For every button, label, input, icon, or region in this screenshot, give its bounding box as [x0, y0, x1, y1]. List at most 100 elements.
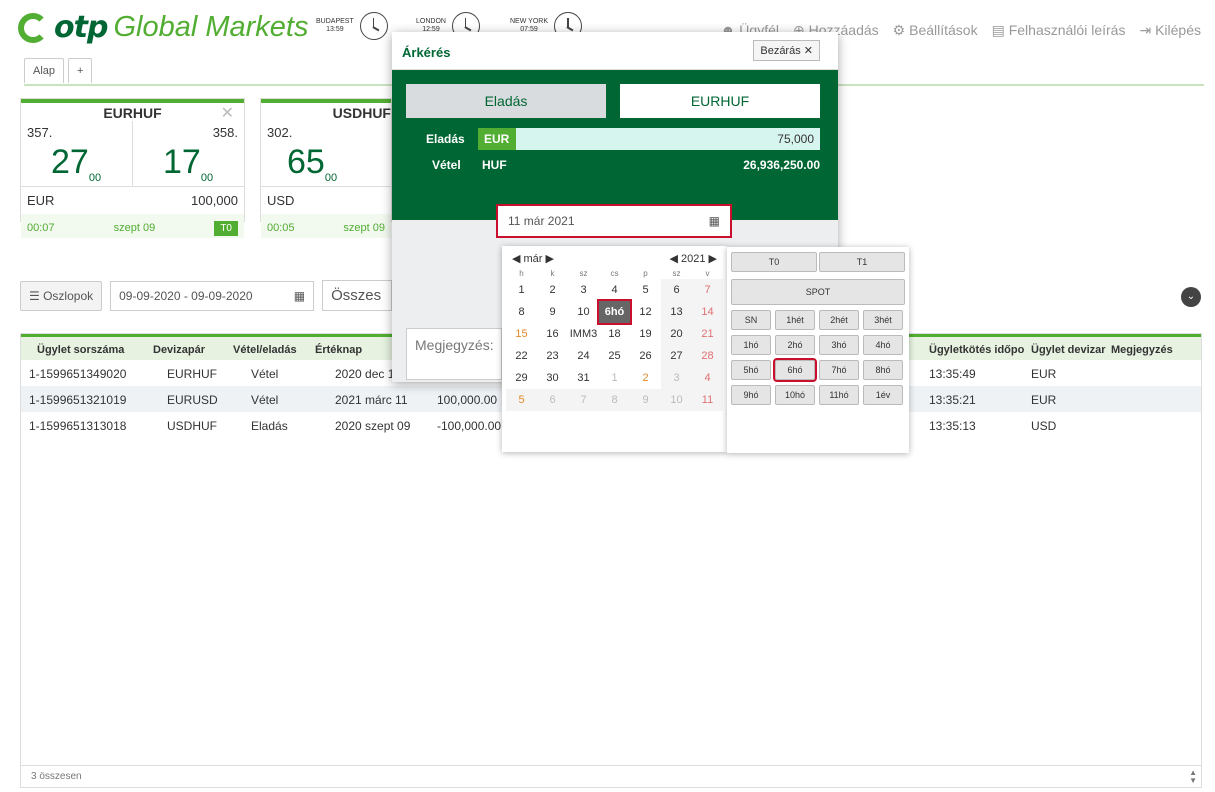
nav-settings[interactable]: ⚙ Beállítások — [893, 22, 978, 39]
day-cell[interactable]: 10 — [661, 389, 692, 411]
calendar-icon[interactable]: ▦ — [709, 214, 720, 228]
date-range-input[interactable]: 09-09-2020 - 09-09-2020 ▦ — [110, 280, 315, 311]
day-cell[interactable]: 10 — [568, 301, 599, 323]
nav-manual[interactable]: ▤ Felhasználói leírás — [992, 22, 1126, 39]
day-cell[interactable]: 26 — [630, 345, 661, 367]
day-cell[interactable]: 23 — [537, 345, 568, 367]
day-cell[interactable]: 14 — [692, 301, 723, 323]
close-button[interactable]: Bezárás ✕ — [753, 40, 820, 61]
tab-bar: Alap + — [24, 58, 93, 83]
day-cell[interactable]: 3 — [568, 279, 599, 301]
columns-button[interactable]: ☰ Oszlopok — [20, 280, 103, 311]
tenor-button[interactable]: 2hó — [775, 335, 815, 355]
day-cell[interactable]: 13 — [661, 301, 692, 323]
day-cell[interactable]: 1 — [599, 367, 630, 389]
day-cell[interactable]: 22 — [506, 345, 537, 367]
day-cell[interactable]: 9 — [537, 301, 568, 323]
day-cell[interactable]: 28 — [692, 345, 723, 367]
day-cell[interactable]: 2 — [630, 367, 661, 389]
day-cell[interactable]: 19 — [630, 323, 661, 345]
col-header[interactable]: Vétel/eladás — [233, 344, 297, 356]
tenor-button[interactable]: 4hó — [863, 335, 903, 355]
tenor-button[interactable]: 8hó — [863, 360, 903, 380]
tenor-button[interactable]: T1 — [819, 252, 905, 272]
expand-chevron-icon[interactable]: ⌄ — [1181, 287, 1201, 307]
day-cell[interactable]: 21 — [692, 323, 723, 345]
day-cell[interactable]: 1 — [506, 279, 537, 301]
tenor-button-6ho[interactable]: 6hó — [773, 358, 817, 382]
col-header[interactable]: Devizapár — [153, 344, 205, 356]
month-nav[interactable]: ◀ már ▶ — [512, 252, 554, 265]
day-cell[interactable]: 30 — [537, 367, 568, 389]
day-cell[interactable]: 29 — [506, 367, 537, 389]
day-cell[interactable]: 11 — [692, 389, 723, 411]
col-header[interactable]: Ügylet devizar — [1031, 344, 1106, 356]
scroll-arrows-icon[interactable]: ▲ ▼ — [1189, 769, 1197, 785]
tenor-button[interactable]: 3hét — [863, 310, 903, 330]
day-cell[interactable]: 12 — [630, 301, 661, 323]
tab-alap[interactable]: Alap — [24, 58, 65, 83]
day-cell[interactable]: 25 — [599, 345, 630, 367]
day-cell[interactable]: 9 — [630, 389, 661, 411]
tenor-button[interactable]: 3hó — [819, 335, 859, 355]
tenor-button[interactable]: 10hó — [775, 385, 815, 405]
day-cell[interactable]: 6 — [537, 389, 568, 411]
col-header[interactable]: Ügylet sorszáma — [37, 344, 124, 356]
day-cell[interactable]: 5 — [630, 279, 661, 301]
close-icon[interactable]: ✕ — [221, 103, 234, 123]
day-cell[interactable]: 7 — [692, 279, 723, 301]
tenor-button[interactable]: 11hó — [819, 385, 859, 405]
tenor-button[interactable]: SN — [731, 310, 771, 330]
filter-select[interactable]: Összes — [322, 280, 393, 311]
tenor-button[interactable]: T0 — [731, 252, 817, 272]
day-cell[interactable]: IMM3 — [568, 323, 599, 345]
sell-currency[interactable]: EUR — [478, 128, 516, 150]
tenor-badge[interactable]: T0 — [214, 220, 238, 236]
day-cell[interactable]: 18 — [599, 323, 630, 345]
tenor-button[interactable]: 5hó — [731, 360, 771, 380]
cell: 13:35:13 — [929, 419, 976, 433]
day-cell[interactable]: 2 — [537, 279, 568, 301]
tenor-button[interactable]: 1év — [863, 385, 903, 405]
card-amount[interactable]: 100,000 — [191, 193, 238, 208]
day-cell[interactable]: 15 — [506, 323, 537, 345]
col-header[interactable]: Megjegyzés — [1111, 344, 1173, 356]
day-cell[interactable]: 5 — [506, 389, 537, 411]
tenor-button[interactable]: 1hó — [731, 335, 771, 355]
year-nav[interactable]: ◀ 2021 ▶ — [669, 252, 717, 265]
col-header[interactable]: Értéknap — [315, 344, 362, 356]
calendar-grid: h k sz cs p sz v 1234567 8 9 10 6hó 12 13 14 15 16 IMM… — [506, 267, 723, 411]
value-date-input[interactable]: 11 már 2021 ▦ — [496, 204, 732, 238]
tenor-button[interactable]: 1hét — [775, 310, 815, 330]
day-cell[interactable]: 16 — [537, 323, 568, 345]
pair-button[interactable]: EURHUF — [620, 84, 820, 118]
day-cell[interactable]: 4 — [599, 279, 630, 301]
tenor-button[interactable]: 7hó — [819, 360, 859, 380]
day-cell[interactable]: 7 — [568, 389, 599, 411]
note-field[interactable]: Megjegyzés: — [406, 328, 502, 380]
day-cell[interactable]: 8 — [506, 301, 537, 323]
ask-price[interactable]: 358. 1700 — [133, 121, 244, 186]
day-cell-selected[interactable]: 6hó — [597, 299, 632, 325]
tenor-button[interactable]: 2hét — [819, 310, 859, 330]
filter-bar: ☰ Oszlopok 09-09-2020 - 09-09-2020 ▦ Össz… — [20, 280, 393, 311]
day-cell[interactable]: 20 — [661, 323, 692, 345]
sell-amount-input[interactable]: 75,000 — [516, 128, 820, 150]
card-currency[interactable]: EUR — [27, 193, 54, 208]
day-cell[interactable]: 31 — [568, 367, 599, 389]
nav-logout[interactable]: ⇥ Kilépés — [1139, 22, 1201, 39]
col-header[interactable]: Ügyletkötés időpo — [929, 344, 1024, 356]
bid-price[interactable]: 302. 6500 — [261, 121, 391, 186]
day-cell[interactable]: 24 — [568, 345, 599, 367]
day-cell[interactable]: 4 — [692, 367, 723, 389]
day-cell[interactable]: 3 — [661, 367, 692, 389]
card-currency[interactable]: USD — [267, 193, 294, 208]
day-cell[interactable]: 6 — [661, 279, 692, 301]
add-tab-button[interactable]: + — [68, 58, 93, 83]
spot-button[interactable]: SPOT — [731, 279, 905, 305]
day-cell[interactable]: 27 — [661, 345, 692, 367]
bid-price[interactable]: 357. 2700 — [21, 121, 133, 186]
tenor-button[interactable]: 9hó — [731, 385, 771, 405]
sell-toggle-button[interactable]: Eladás — [406, 84, 606, 118]
day-cell[interactable]: 8 — [599, 389, 630, 411]
